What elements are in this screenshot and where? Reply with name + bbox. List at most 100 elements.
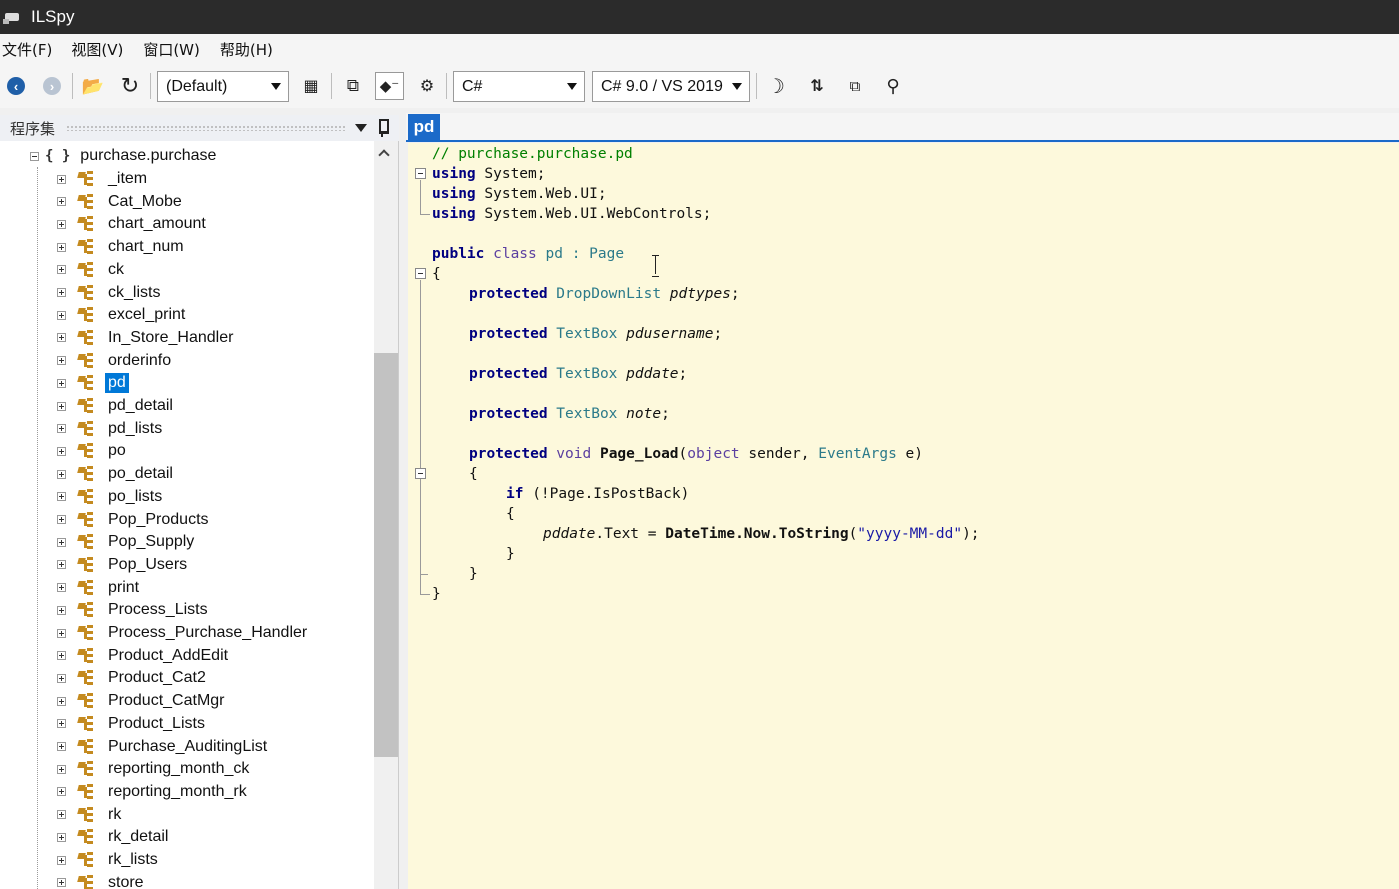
tree-item[interactable]: rk_lists: [57, 849, 161, 871]
class-icon: [77, 556, 97, 574]
expand-icon[interactable]: [57, 515, 66, 524]
expand-icon[interactable]: [57, 288, 66, 297]
tree-item[interactable]: reporting_month_ck: [57, 758, 252, 780]
expand-icon[interactable]: [57, 673, 66, 683]
expand-icon[interactable]: [57, 197, 66, 207]
expand-icon[interactable]: [57, 537, 66, 547]
tree-item[interactable]: Cat_Mobe: [57, 191, 185, 213]
expand-icon[interactable]: [57, 401, 66, 411]
expand-icon[interactable]: [57, 333, 66, 343]
new-window-button[interactable]: ⧉: [842, 72, 868, 100]
tree-item[interactable]: ck_lists: [57, 282, 163, 304]
tree-item[interactable]: Pop_Users: [57, 554, 190, 576]
tree-item[interactable]: chart_num: [57, 236, 187, 258]
menu-help[interactable]: 帮助(H): [220, 39, 282, 60]
fold-toggle-usings[interactable]: [415, 168, 426, 179]
tree-item[interactable]: Product_AddEdit: [57, 645, 231, 667]
fold-toggle-method[interactable]: [415, 468, 426, 479]
refresh-button[interactable]: ↻: [117, 72, 143, 100]
expand-icon[interactable]: [57, 174, 66, 184]
expand-icon[interactable]: [57, 310, 66, 320]
expand-icon[interactable]: [57, 242, 66, 252]
tree-item[interactable]: Pop_Products: [57, 509, 212, 531]
tree-item[interactable]: po: [57, 440, 129, 462]
tree-item[interactable]: orderinfo: [57, 350, 174, 372]
tree-item[interactable]: po_detail: [57, 463, 176, 485]
tree-item[interactable]: ck: [57, 259, 127, 281]
expand-icon[interactable]: [57, 378, 66, 388]
expand-icon[interactable]: [57, 764, 66, 774]
tab-pd[interactable]: pd: [408, 114, 440, 140]
tree-item[interactable]: po_lists: [57, 486, 165, 508]
expand-icon[interactable]: [57, 469, 66, 479]
expand-icon[interactable]: [57, 583, 66, 593]
tree-scrollbar[interactable]: [374, 141, 398, 889]
decompile-settings-button[interactable]: ⚙: [414, 72, 440, 100]
expand-icon[interactable]: [57, 446, 66, 456]
back-button[interactable]: ‹: [4, 72, 28, 100]
expand-icon[interactable]: [57, 219, 66, 229]
expand-icon[interactable]: [57, 265, 66, 275]
pin-icon[interactable]: [377, 119, 389, 137]
tree-item[interactable]: Process_Purchase_Handler: [57, 622, 310, 644]
tree-root-namespace[interactable]: { } purchase.purchase: [30, 145, 216, 167]
tree-item[interactable]: pd_detail: [57, 395, 176, 417]
code-line-field-pddate: protected TextBox pddate;: [469, 364, 687, 384]
forward-button[interactable]: ›: [40, 72, 64, 100]
expand-icon[interactable]: [57, 651, 66, 661]
expand-icon[interactable]: [57, 855, 66, 865]
window-title: ILSpy: [31, 7, 75, 26]
menu-file[interactable]: 文件(F): [2, 39, 61, 60]
collapse-icon[interactable]: [30, 151, 39, 161]
expand-icon[interactable]: [57, 560, 66, 570]
show-members-button[interactable]: ▦: [298, 72, 324, 100]
expand-icon[interactable]: [57, 832, 66, 842]
tree-item[interactable]: store: [57, 872, 147, 889]
expand-icon[interactable]: [57, 424, 66, 434]
scroll-thumb[interactable]: [374, 353, 398, 757]
tree-item[interactable]: excel_print: [57, 304, 188, 326]
tree-item[interactable]: reporting_month_rk: [57, 781, 250, 803]
tree-item[interactable]: Product_Cat2: [57, 667, 209, 689]
expand-icon[interactable]: [57, 356, 66, 366]
tree-item[interactable]: chart_amount: [57, 213, 209, 235]
fold-toggle-class[interactable]: [415, 268, 426, 279]
tree-item[interactable]: Pop_Supply: [57, 531, 197, 553]
open-button[interactable]: 📂: [80, 72, 106, 100]
menu-window[interactable]: 窗口(W): [143, 39, 209, 60]
expand-icon[interactable]: [57, 810, 66, 820]
scroll-up-icon[interactable]: [378, 149, 390, 161]
expand-icon[interactable]: [57, 628, 66, 638]
tree-item[interactable]: Product_Lists: [57, 713, 208, 735]
expand-icon[interactable]: [57, 696, 66, 706]
tree-item[interactable]: pd: [57, 372, 129, 394]
tree-item[interactable]: Process_Lists: [57, 599, 211, 621]
version-combo[interactable]: C# 9.0 / VS 2019: [592, 71, 750, 102]
tree-item[interactable]: rk_detail: [57, 826, 171, 848]
tree-item[interactable]: _item: [57, 168, 150, 190]
open-icon: 📂: [81, 75, 105, 96]
expand-icon[interactable]: [57, 878, 66, 888]
expand-icon[interactable]: [57, 492, 66, 502]
tree-item[interactable]: Product_CatMgr: [57, 690, 228, 712]
expand-icon[interactable]: [57, 605, 66, 615]
theme-button[interactable]: ☽: [763, 72, 789, 100]
tree-item[interactable]: In_Store_Handler: [57, 327, 236, 349]
tree-item[interactable]: rk: [57, 804, 124, 826]
expand-icon[interactable]: [57, 787, 66, 797]
view-combo[interactable]: (Default): [157, 71, 289, 102]
search-button[interactable]: ⚲: [880, 72, 906, 100]
expand-icon[interactable]: [57, 719, 66, 729]
tree-item[interactable]: pd_lists: [57, 418, 165, 440]
panel-dropdown-icon[interactable]: [355, 124, 367, 132]
menu-view[interactable]: 视图(V): [71, 39, 132, 60]
code-editor[interactable]: // purchase.purchase.pd using System; us…: [408, 143, 1399, 889]
tree-item[interactable]: Purchase_AuditingList: [57, 736, 270, 758]
expand-icon[interactable]: [57, 742, 66, 751]
toggle-compiler-generated-button[interactable]: ◆⁻: [375, 72, 404, 100]
sort-button[interactable]: ⇅: [804, 72, 830, 100]
tree-item[interactable]: print: [57, 577, 142, 599]
paren: (: [678, 446, 688, 462]
collapse-all-button[interactable]: ⧉: [340, 72, 366, 100]
language-combo[interactable]: C#: [453, 71, 585, 102]
